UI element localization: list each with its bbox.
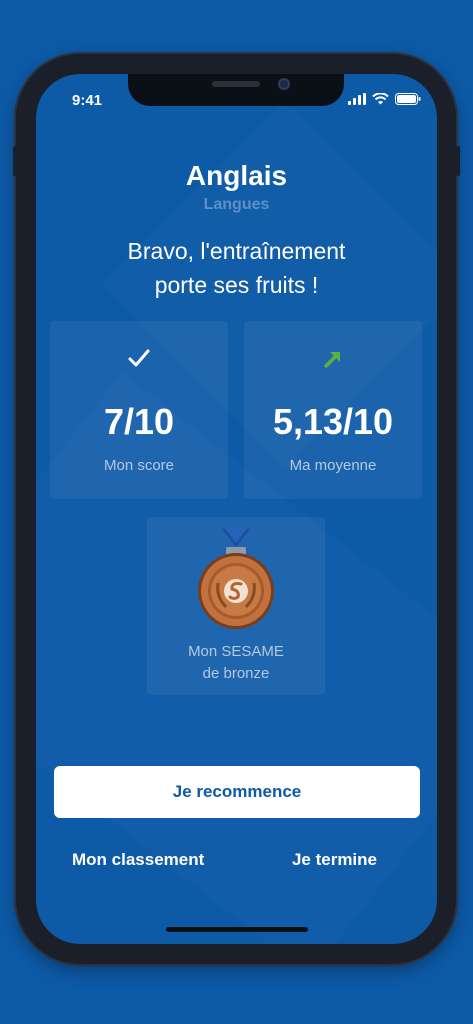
- average-value: 5,13/10: [272, 401, 394, 442]
- signal-icon: [348, 93, 366, 105]
- score-label: Mon score: [103, 457, 175, 474]
- medal-label: Mon SESAME de bronze: [188, 643, 284, 682]
- score-value: 7/10: [103, 401, 175, 442]
- checkmark-icon: [128, 349, 150, 367]
- bronze-medal-icon: [198, 527, 274, 629]
- restart-button[interactable]: Je recommence: [54, 766, 420, 818]
- finish-link[interactable]: Je termine: [292, 850, 377, 870]
- ranking-link[interactable]: Mon classement: [72, 850, 204, 870]
- battery-icon: [395, 93, 421, 105]
- score-card: 7/10 Mon score: [50, 321, 228, 499]
- home-indicator[interactable]: [166, 927, 308, 932]
- average-label: Ma moyenne: [289, 457, 377, 474]
- screen: 9:41 Anglais Langues Bravo, l'entraîneme…: [36, 74, 437, 944]
- trend-up-arrow-icon: [324, 352, 340, 368]
- phone-side-button: [13, 146, 17, 176]
- wifi-icon: [372, 93, 389, 105]
- speaker: [212, 81, 260, 87]
- status-time: 9:41: [72, 92, 103, 109]
- congrats-line-1: Bravo, l'entraînement: [127, 238, 346, 264]
- average-card: 5,13/10 Ma moyenne: [244, 321, 422, 499]
- phone-side-button: [456, 146, 460, 176]
- notch: [128, 74, 344, 106]
- page-subtitle: Langues: [203, 196, 270, 213]
- congrats-line-2: porte ses fruits !: [154, 272, 319, 298]
- page-title: Anglais: [185, 160, 288, 191]
- camera: [278, 78, 290, 90]
- medal-card: Mon SESAME de bronze: [147, 517, 325, 695]
- congrats-message: Bravo, l'entraînement porte ses fruits !: [36, 234, 437, 302]
- status-icons: [348, 93, 421, 105]
